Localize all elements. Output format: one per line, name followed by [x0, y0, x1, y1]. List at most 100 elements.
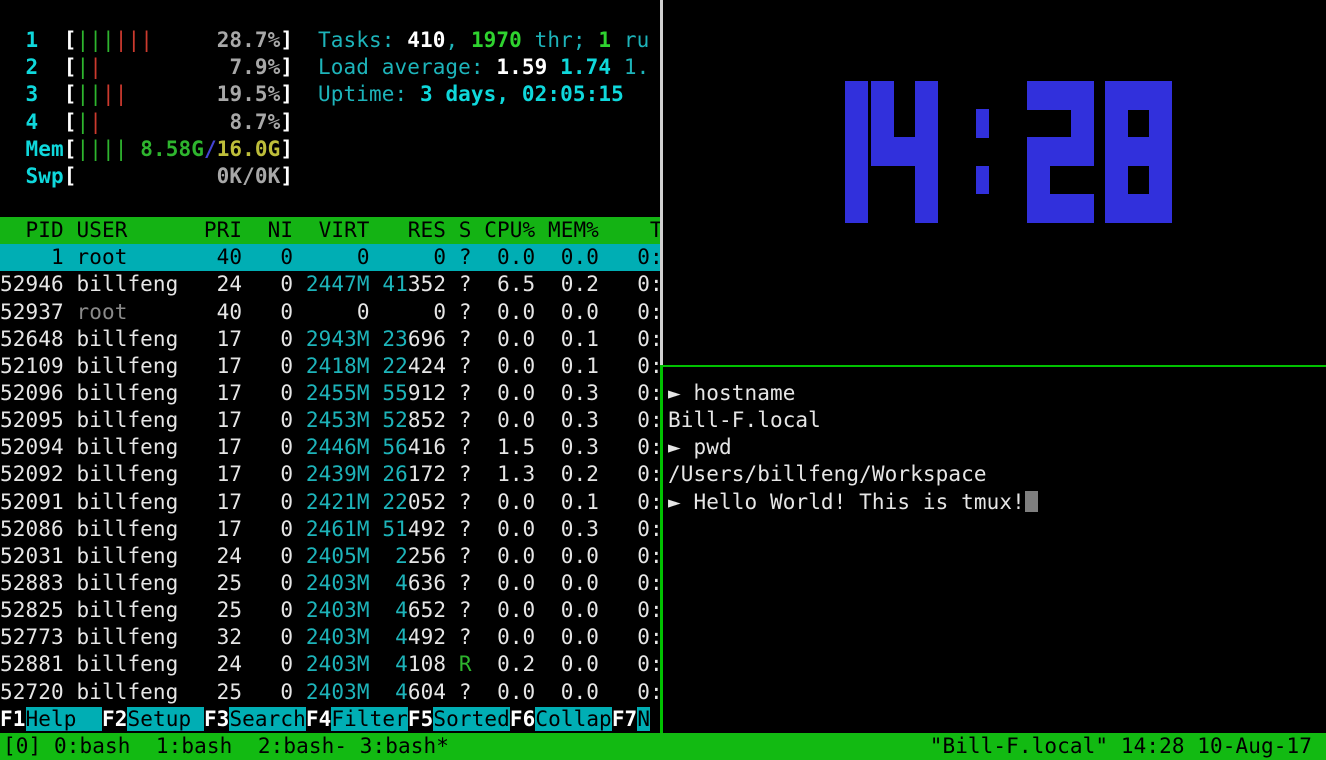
cell-mem: 0.3	[548, 408, 599, 432]
cell-pid: 52773	[0, 625, 64, 649]
pane-divider-vertical-active[interactable]	[660, 365, 663, 733]
function-key-bar[interactable]: F1Help F2Setup F3SearchF4FilterF5SortedF…	[0, 706, 660, 733]
tmux-window-list[interactable]: [0] 0:bash 1:bash 2:bash- 3:bash*	[0, 733, 449, 760]
cell-virt: 2439M	[306, 462, 370, 486]
cell-state: ?	[459, 517, 472, 541]
process-row[interactable]: 52883 billfeng 25 0 2403M 4636 ? 0.0 0.0…	[0, 570, 660, 597]
fkey-key[interactable]: F1	[0, 707, 26, 731]
shell-command-line[interactable]: ► Hello World! This is tmux!	[668, 489, 1038, 516]
cell-time: 0:	[612, 381, 660, 405]
cell-pid: 52881	[0, 652, 64, 676]
fkey-label[interactable]: Setup	[127, 707, 203, 731]
fkey-key[interactable]: F2	[102, 707, 128, 731]
cell-res-mb: 51	[382, 517, 408, 541]
process-row[interactable]: 52092 billfeng 17 0 2439M 26172 ? 1.3 0.…	[0, 461, 660, 488]
cell-pid: 52096	[0, 381, 64, 405]
prompt-arrow-icon: ►	[668, 435, 694, 459]
cell-pri: 17	[204, 490, 242, 514]
cell-user: billfeng	[76, 625, 203, 649]
cell-res: 636	[408, 571, 446, 595]
cell-state: ?	[459, 571, 472, 595]
fkey-label[interactable]: Collap	[535, 707, 611, 731]
fkey-label[interactable]: Sorted	[433, 707, 509, 731]
shell-text: Hello World! This is tmux!	[694, 490, 1025, 514]
prompt-arrow-icon: ►	[668, 490, 694, 514]
cell-virt: 2403M	[306, 598, 370, 622]
cell-ni: 0	[255, 544, 293, 568]
cell-ni: 0	[255, 381, 293, 405]
fkey-label[interactable]: N	[637, 707, 650, 731]
cell-res: 052	[408, 490, 446, 514]
cell-mem: 0.1	[548, 490, 599, 514]
cell-res: 492	[408, 517, 446, 541]
cell-mem: 0.3	[548, 435, 599, 459]
cell-res-mb: 22	[382, 490, 408, 514]
cell-ni: 0	[255, 598, 293, 622]
fkey-label[interactable]: Filter	[331, 707, 407, 731]
prompt-arrow-icon: ►	[668, 381, 694, 405]
process-row[interactable]: 52773 billfeng 32 0 2403M 4492 ? 0.0 0.0…	[0, 624, 660, 651]
fkey-key[interactable]: F3	[204, 707, 230, 731]
process-row[interactable]: 52086 billfeng 17 0 2461M 51492 ? 0.0 0.…	[0, 516, 660, 543]
cell-pri: 32	[204, 625, 242, 649]
shell-command-line[interactable]: ► hostname	[668, 380, 795, 407]
cell-user: billfeng	[76, 571, 203, 595]
shell-pane[interactable]: ► hostnameBill-F.local► pwd/Users/billfe…	[668, 380, 1326, 733]
cell-cpu: 0.0	[484, 625, 535, 649]
fkey-key[interactable]: F5	[408, 707, 434, 731]
cell-virt: 2403M	[306, 625, 370, 649]
process-row[interactable]: 52881 billfeng 24 0 2403M 4108 R 0.2 0.0…	[0, 651, 660, 678]
fkey-key[interactable]: F4	[306, 707, 332, 731]
fkey-key[interactable]: F7	[612, 707, 638, 731]
cell-time: 0:	[612, 680, 660, 704]
cell-ni: 0	[255, 680, 293, 704]
shell-text: /Users/billfeng/Workspace	[668, 462, 987, 486]
cell-cpu: 0.0	[484, 381, 535, 405]
fkey-key[interactable]: F6	[510, 707, 536, 731]
cell-res: 912	[408, 381, 446, 405]
cell-res: 416	[408, 435, 446, 459]
terminal-cursor[interactable]	[1025, 491, 1038, 512]
cell-pid: 52825	[0, 598, 64, 622]
cell-time: 0:	[612, 625, 660, 649]
process-row[interactable]: 52094 billfeng 17 0 2446M 56416 ? 1.5 0.…	[0, 434, 660, 461]
shell-command-line[interactable]: ► pwd	[668, 434, 732, 461]
cell-time: 0:	[612, 544, 660, 568]
cell-pid: 52091	[0, 490, 64, 514]
fkey-label[interactable]: Search	[229, 707, 305, 731]
cell-ni: 0	[255, 571, 293, 595]
cell-virt: 2403M	[306, 680, 370, 704]
process-row[interactable]: 52095 billfeng 17 0 2453M 52852 ? 0.0 0.…	[0, 407, 660, 434]
cell-state: ?	[459, 490, 472, 514]
cell-user: billfeng	[76, 490, 203, 514]
cell-ni: 0	[255, 408, 293, 432]
cell-pri: 17	[204, 462, 242, 486]
cell-res: 604	[408, 680, 446, 704]
cell-res-mb: 4	[395, 652, 408, 676]
cell-mem: 0.3	[548, 381, 599, 405]
cell-state: ?	[459, 598, 472, 622]
cell-cpu: 0.0	[484, 598, 535, 622]
process-row[interactable]: 52031 billfeng 24 0 2405M 2256 ? 0.0 0.0…	[0, 543, 660, 570]
cell-user: billfeng	[76, 652, 203, 676]
cell-user: billfeng	[76, 462, 203, 486]
process-row[interactable]: 52720 billfeng 25 0 2403M 4604 ? 0.0 0.0…	[0, 679, 660, 706]
fkey-label[interactable]: Help	[26, 707, 102, 731]
clock-pane	[0, 0, 1326, 365]
cell-state: ?	[459, 625, 472, 649]
cell-mem: 0.0	[548, 625, 599, 649]
cell-user: billfeng	[76, 544, 203, 568]
cell-virt: 2446M	[306, 435, 370, 459]
shell-output-line: Bill-F.local	[668, 407, 821, 434]
cell-user: billfeng	[76, 381, 203, 405]
cell-time: 0:	[612, 435, 660, 459]
cell-cpu: 1.5	[484, 435, 535, 459]
cell-res-mb: 56	[382, 435, 408, 459]
process-row[interactable]: 52825 billfeng 25 0 2403M 4652 ? 0.0 0.0…	[0, 597, 660, 624]
cell-user: billfeng	[76, 517, 203, 541]
process-row[interactable]: 52096 billfeng 17 0 2455M 55912 ? 0.0 0.…	[0, 380, 660, 407]
cell-ni: 0	[255, 462, 293, 486]
cell-res-mb: 26	[382, 462, 408, 486]
cell-cpu: 0.0	[484, 490, 535, 514]
process-row[interactable]: 52091 billfeng 17 0 2421M 22052 ? 0.0 0.…	[0, 489, 660, 516]
